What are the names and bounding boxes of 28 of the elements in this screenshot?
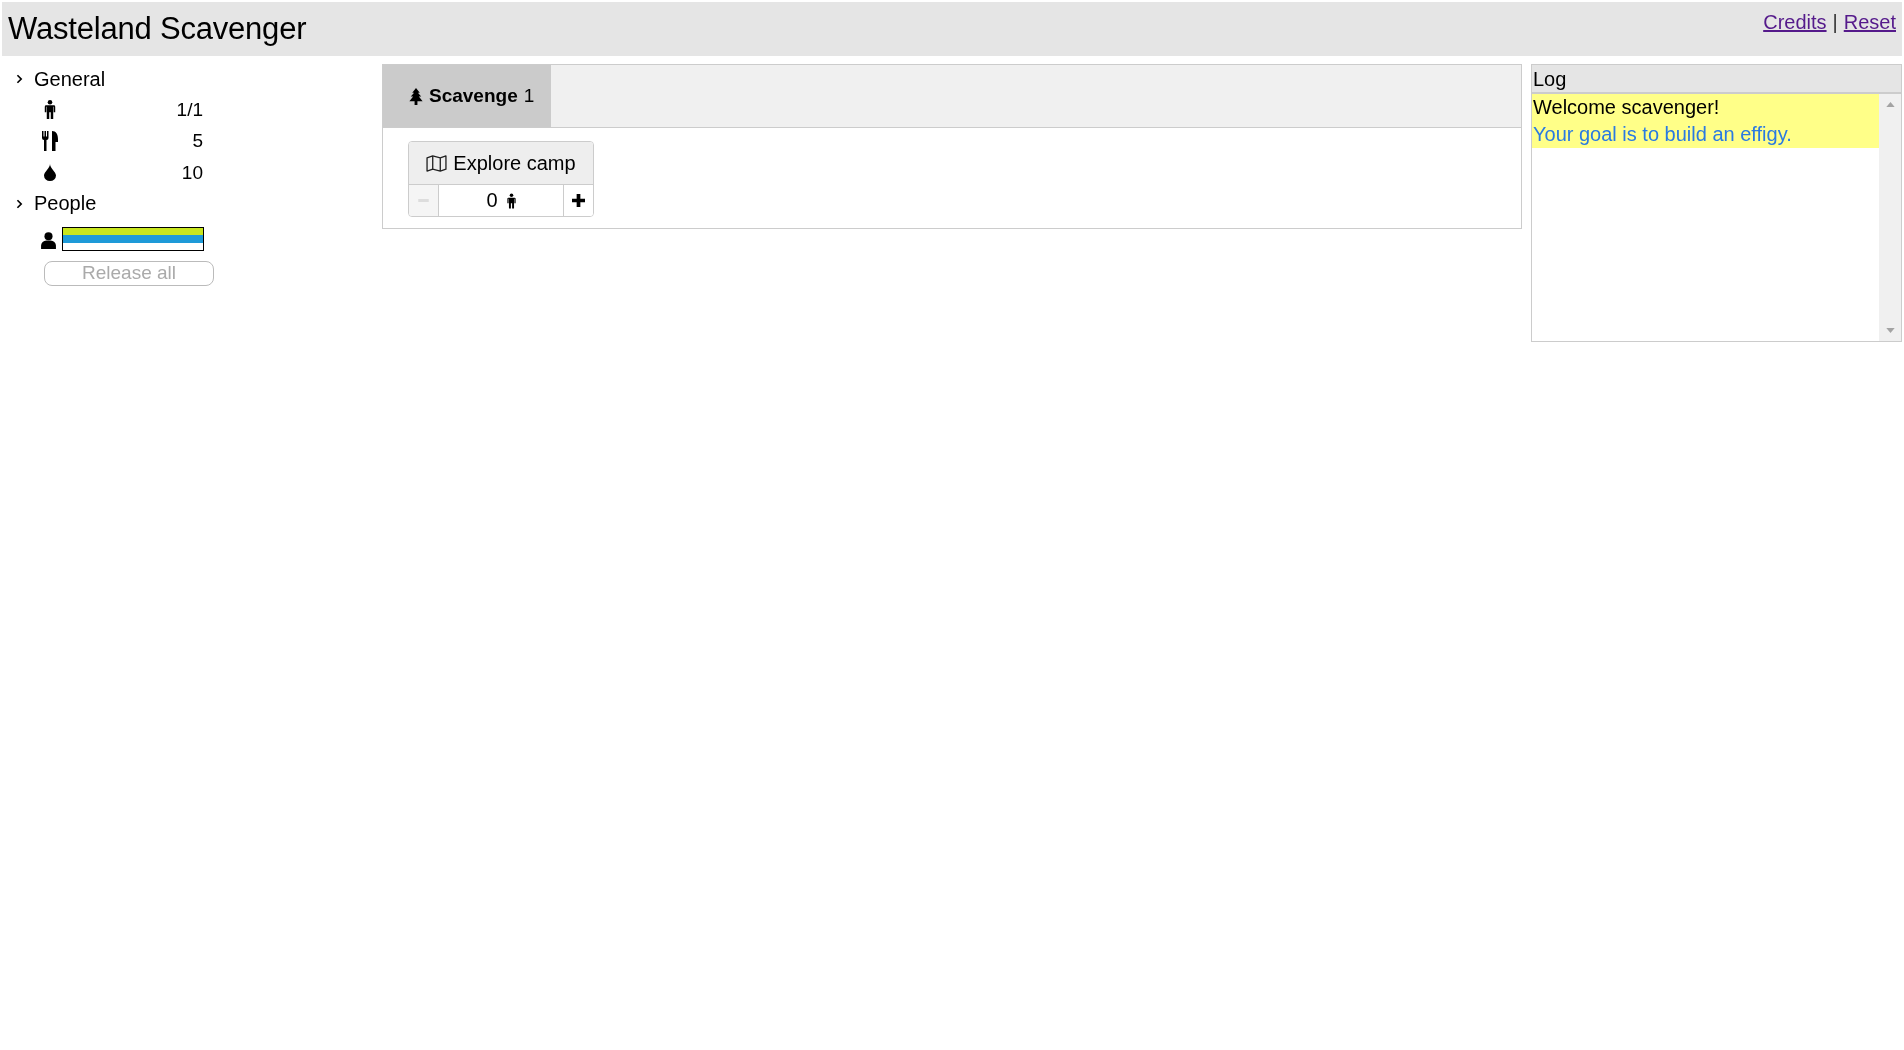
chevron-right-icon xyxy=(16,198,23,209)
explore-button[interactable]: Explore camp xyxy=(409,142,593,185)
person-icon xyxy=(506,192,516,209)
header-link[interactable]: Credits xyxy=(1763,8,1827,36)
tree-icon xyxy=(409,87,423,105)
stat-value: 5 xyxy=(191,130,203,153)
tab[interactable]: Scavenge 1 xyxy=(383,65,552,127)
log-title: Log xyxy=(1532,65,1901,94)
link-separator: | xyxy=(1832,10,1838,35)
water-drop-icon xyxy=(44,164,56,182)
user-icon xyxy=(41,232,56,249)
person-icon xyxy=(44,100,56,120)
plus-icon xyxy=(572,194,585,207)
map-icon xyxy=(426,154,448,172)
fork-knife-icon xyxy=(42,131,58,152)
log-entry: Your goal is to build an effigy. xyxy=(1532,121,1879,148)
header-link[interactable]: Reset xyxy=(1843,8,1896,36)
log-entry: Welcome scavenger! xyxy=(1532,94,1879,121)
chevron-right-icon xyxy=(16,74,23,84)
stat-value: 1/1 xyxy=(175,98,203,121)
stat-value: 10 xyxy=(180,161,203,184)
game-title: Wasteland Scavenger xyxy=(7,10,307,48)
section-toggle[interactable]: People xyxy=(2,188,97,219)
scroll-down-icon[interactable] xyxy=(1885,328,1895,333)
worker-count: 0 xyxy=(486,189,498,212)
scrollbar[interactable] xyxy=(1879,94,1901,341)
scroll-up-icon[interactable] xyxy=(1885,102,1895,107)
section-toggle[interactable]: General xyxy=(2,64,106,94)
